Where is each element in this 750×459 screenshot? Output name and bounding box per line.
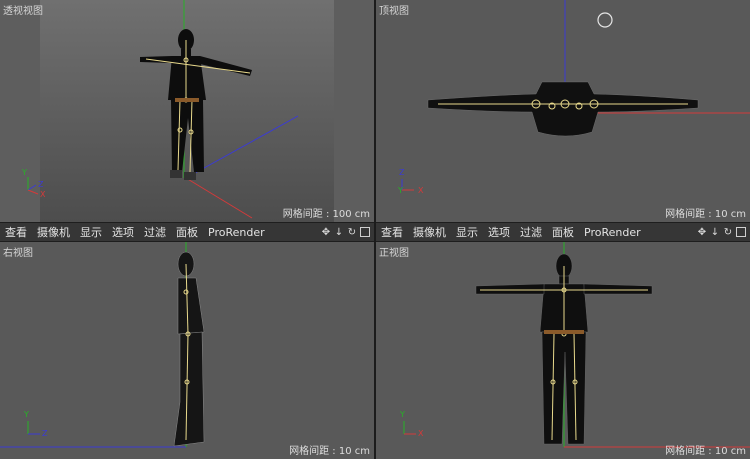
viewport-nav-icons: ✥ ↓ ↻ (321, 227, 374, 238)
right-viewport[interactable]: 右视图 Y Z 网格间距 : 10 cm (0, 242, 374, 459)
viewport-divider[interactable] (374, 0, 376, 459)
right-scene (0, 242, 374, 459)
grid-spacing-label: 网格间距 : 10 cm (665, 209, 746, 220)
rotate-icon[interactable]: ↻ (347, 227, 357, 238)
viewport-title: 顶视图 (379, 6, 409, 17)
grid-spacing-label: 网格间距 : 10 cm (665, 446, 746, 457)
menu-view[interactable]: 查看 (5, 224, 27, 240)
viewport-title: 正视图 (379, 248, 409, 259)
gizmo-x-label: X (418, 186, 424, 195)
move-icon[interactable]: ✥ (697, 227, 707, 238)
gizmo-z-label: Z (42, 429, 48, 438)
perspective-viewport[interactable]: 透视视图 Y Z X 网格间距 : 100 cm (0, 0, 374, 222)
viewport-menubar-right: 查看 摄像机 显示 选项 过滤 面板 ProRender ✥ ↓ ↻ (376, 222, 750, 242)
viewport-title: 右视图 (3, 248, 33, 259)
belt (175, 98, 199, 102)
menu-filter[interactable]: 过滤 (520, 224, 542, 240)
menu-panel[interactable]: 面板 (552, 224, 574, 240)
menu-options[interactable]: 选项 (488, 224, 510, 240)
top-viewport[interactable]: 顶视图 Z Y X 网格间距 : 10 cm (376, 0, 750, 222)
gizmo-x-label: X (418, 429, 424, 438)
gizmo-x-label: X (40, 190, 46, 199)
front-viewport[interactable]: 正视图 Y X 网格间距 : 10 cm (376, 242, 750, 459)
gizmo-y-label: Y (400, 410, 405, 419)
gizmo-z-label: Z (38, 180, 44, 189)
menu-options[interactable]: 选项 (112, 224, 134, 240)
menu-view[interactable]: 查看 (381, 224, 403, 240)
down-arrow-icon[interactable]: ↓ (334, 227, 344, 238)
menu-camera[interactable]: 摄像机 (37, 224, 70, 240)
move-icon[interactable]: ✥ (321, 227, 331, 238)
gizmo-z-label: Z (399, 168, 405, 177)
menu-display[interactable]: 显示 (456, 224, 478, 240)
gizmo-y-label: Y (22, 168, 27, 177)
down-arrow-icon[interactable]: ↓ (710, 227, 720, 238)
rotate-icon[interactable]: ↻ (723, 227, 733, 238)
menu-prorender[interactable]: ProRender (584, 226, 641, 239)
viewport-nav-icons: ✥ ↓ ↻ (697, 227, 750, 238)
gizmo-y-label: Y (24, 410, 29, 419)
maximize-icon[interactable] (360, 227, 370, 237)
menu-display[interactable]: 显示 (80, 224, 102, 240)
grid-spacing-label: 网格间距 : 100 cm (282, 209, 370, 220)
viewport-menubar-left: 查看 摄像机 显示 选项 过滤 面板 ProRender ✥ ↓ ↻ (0, 222, 374, 242)
maximize-icon[interactable] (736, 227, 746, 237)
menu-panel[interactable]: 面板 (176, 224, 198, 240)
grid-spacing-label: 网格间距 : 10 cm (289, 446, 370, 457)
perspective-scene (0, 0, 374, 222)
menu-prorender[interactable]: ProRender (208, 226, 265, 239)
menu-filter[interactable]: 过滤 (144, 224, 166, 240)
menu-camera[interactable]: 摄像机 (413, 224, 446, 240)
gizmo-y-label: Y (398, 186, 403, 195)
front-scene (376, 242, 750, 459)
belt (544, 330, 584, 334)
top-scene (376, 0, 750, 222)
viewport-title: 透视视图 (3, 6, 43, 17)
